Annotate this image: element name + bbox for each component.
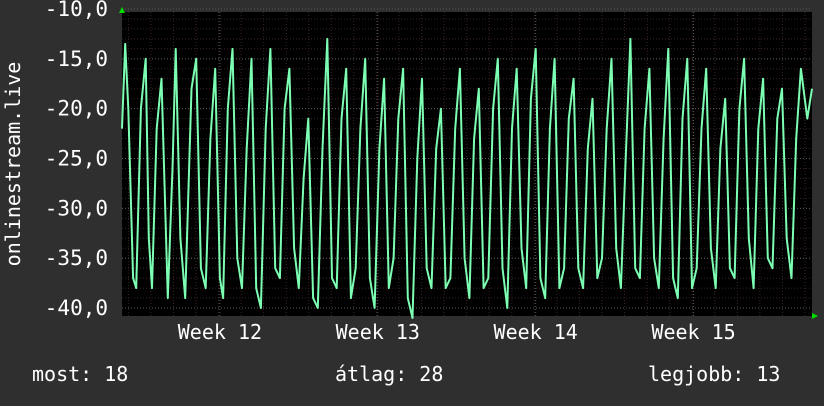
avg-value: 28 <box>419 362 444 386</box>
y-tick-label: -30,0 <box>45 196 108 220</box>
avg-label: átlag: <box>335 362 408 386</box>
best-value: 13 <box>756 362 781 386</box>
now-stat: most: 18 <box>32 362 128 386</box>
y-tick-label: -10,0 <box>45 0 108 21</box>
x-tick-label: Week 15 <box>651 320 735 344</box>
y-tick-label: -40,0 <box>45 296 108 320</box>
now-value: 18 <box>104 362 129 386</box>
x-tick-label: Week 13 <box>336 320 420 344</box>
x-tick-labels: Week 12 Week 13 Week 14 Week 15 <box>178 320 736 344</box>
x-axis-arrow <box>812 313 818 319</box>
chart: -10,0 -15,0 -20,0 -25,0 -30,0 -35,0 -40,0 Week… <box>0 0 824 402</box>
y-tick-labels: -10,0 -15,0 -20,0 -25,0 -30,0 -35,0 -40,0 <box>45 0 108 320</box>
best-stat: legjobb: 13 <box>648 362 780 386</box>
y-tick-label: -20,0 <box>45 97 108 121</box>
now-label: most: <box>32 362 93 386</box>
y-axis-arrow <box>119 7 125 13</box>
y-tick-label: -25,0 <box>45 147 108 171</box>
y-axis-label: onlinestream.live <box>1 62 25 267</box>
x-tick-label: Week 14 <box>494 320 578 344</box>
x-tick-label: Week 12 <box>178 320 262 344</box>
avg-stat: átlag: 28 <box>335 362 443 386</box>
y-tick-label: -35,0 <box>45 246 108 270</box>
y-tick-label: -15,0 <box>45 47 108 71</box>
line-chart: -10,0 -15,0 -20,0 -25,0 -30,0 -35,0 -40,0 Week… <box>1 0 818 344</box>
best-label: legjobb: <box>648 362 745 386</box>
